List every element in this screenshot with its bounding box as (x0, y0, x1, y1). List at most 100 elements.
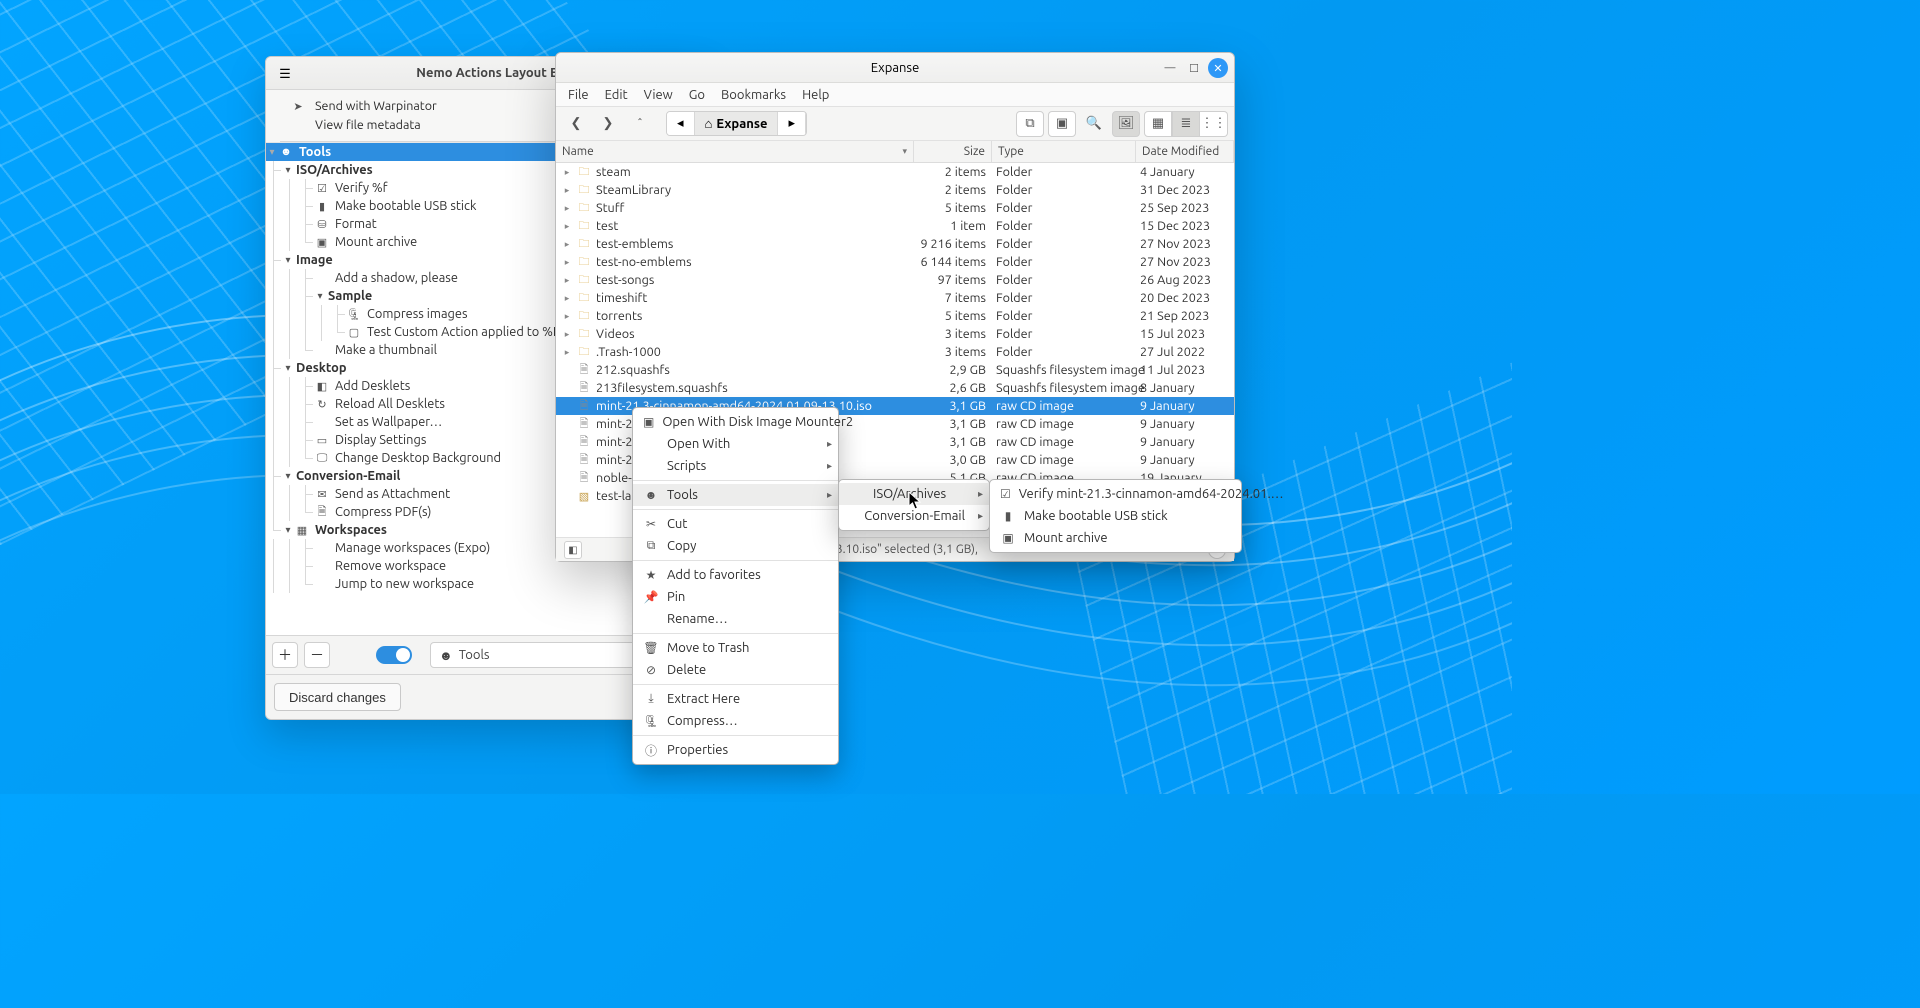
menu-item-icon: ⊘ (643, 662, 659, 678)
crumb-back-icon[interactable]: ◂ (667, 112, 695, 135)
table-row[interactable]: ▸🗀timeshift7 itemsFolder20 Dec 2023 (556, 289, 1234, 307)
table-row[interactable]: 🗎212.squashfs2,9 GBSquashfs filesystem i… (556, 361, 1234, 379)
file-size: 5 items (914, 309, 992, 323)
file-name: 213filesystem.squashfs (596, 381, 728, 395)
nemo-title: Expanse (871, 61, 920, 75)
context-menu-iso-archives[interactable]: ☑Verify mint-21.3-cinnamon-amd64-2024.01… (989, 479, 1242, 553)
file-date: 27 Jul 2022 (1136, 345, 1234, 359)
close-button[interactable]: ✕ (1208, 58, 1228, 78)
table-row[interactable]: ▸🗀.Trash-10003 itemsFolder27 Jul 2022 (556, 343, 1234, 361)
minimize-button[interactable]: — (1160, 58, 1180, 78)
menu-item[interactable]: ⤓Extract Here (633, 688, 838, 710)
crumb-fwd-icon[interactable]: ▸ (778, 112, 806, 135)
file-type: Squashfs filesystem image (992, 381, 1136, 395)
file-type: Folder (992, 255, 1136, 269)
table-row[interactable]: ▸🗀test-emblems9 216 itemsFolder27 Nov 20… (556, 235, 1234, 253)
menu-edit[interactable]: Edit (605, 88, 628, 102)
file-size: 5 items (914, 201, 992, 215)
discard-changes-button[interactable]: Discard changes (274, 683, 401, 711)
menu-item[interactable]: ☑Verify mint-21.3-cinnamon-amd64-2024.01… (990, 483, 1241, 505)
file-name: test-no-emblems (596, 255, 692, 269)
file-type: Folder (992, 309, 1136, 323)
search-button[interactable]: 🔍 (1080, 111, 1108, 137)
file-size: 2,9 GB (914, 363, 992, 377)
submenu-arrow-icon: ▸ (827, 438, 832, 450)
menu-item[interactable]: Scripts▸ (633, 455, 838, 477)
up-button[interactable]: ˆ (626, 111, 654, 137)
menu-item-label: Verify mint-21.3-cinnamon-amd64-2024.01.… (1019, 487, 1284, 501)
terminal-button[interactable]: ▣ (1048, 111, 1076, 137)
table-row[interactable]: ▸🗀torrents5 itemsFolder21 Sep 2023 (556, 307, 1234, 325)
menu-item-icon: 🗑 (643, 640, 659, 656)
menubar[interactable]: File Edit View Go Bookmarks Help (556, 83, 1234, 107)
file-type: Folder (992, 237, 1136, 251)
menu-item[interactable]: ✂Cut (633, 513, 838, 535)
menu-item[interactable]: 🗜Compress… (633, 710, 838, 732)
view-switcher[interactable]: ▦ ≣ ⋮⋮ (1144, 111, 1228, 137)
sidebar-toggle-button[interactable]: ◧ (564, 541, 582, 559)
menu-file[interactable]: File (568, 88, 589, 102)
file-type: raw CD image (992, 417, 1136, 431)
menu-bookmarks[interactable]: Bookmarks (721, 88, 786, 102)
menu-item-label: Compress… (667, 714, 738, 728)
menu-item-icon: ⓘ (643, 742, 659, 758)
menu-item[interactable]: 📌Pin (633, 586, 838, 608)
menu-help[interactable]: Help (802, 88, 829, 102)
table-row[interactable]: 🗎213filesystem.squashfs2,6 GBSquashfs fi… (556, 379, 1234, 397)
menu-item[interactable]: ⧉Copy (633, 535, 838, 557)
menu-item-label: Open With (667, 437, 730, 451)
enabled-toggle[interactable] (376, 646, 412, 664)
context-menu-main[interactable]: ▣Open With Disk Image Mounter2 Open With ▸… (632, 407, 839, 765)
table-row[interactable]: ▸🗀SteamLibrary2 itemsFolder31 Dec 2023 (556, 181, 1234, 199)
maximize-button[interactable]: ☐ (1184, 58, 1204, 78)
menu-item[interactable]: ▮Make bootable USB stick (990, 505, 1241, 527)
icon-view-button[interactable]: ▦ (1144, 111, 1172, 137)
compact-view-button[interactable]: ⋮⋮ (1200, 111, 1228, 137)
file-type: Folder (992, 183, 1136, 197)
new-tab-button[interactable]: ⧉ (1016, 111, 1044, 137)
table-row[interactable]: ▸🗀Videos3 itemsFolder15 Jul 2023 (556, 325, 1234, 343)
file-type: Folder (992, 291, 1136, 305)
file-size: 3 items (914, 345, 992, 359)
file-type: Folder (992, 327, 1136, 341)
menu-item[interactable]: ★Add to favorites (633, 564, 838, 586)
menu-view[interactable]: View (644, 88, 673, 102)
action-icon: ➤ (290, 98, 306, 114)
menu-item[interactable]: 🗑Move to Trash (633, 637, 838, 659)
file-type: Folder (992, 273, 1136, 287)
back-button[interactable]: ❮ (562, 111, 590, 137)
menu-item-icon: ▣ (1000, 530, 1016, 546)
table-row[interactable]: ▸🗀test-songs97 itemsFolder26 Aug 2023 (556, 271, 1234, 289)
menu-item[interactable]: ⓘProperties (633, 739, 838, 761)
table-row[interactable]: ▸🗀Stuff5 itemsFolder25 Sep 2023 (556, 199, 1234, 217)
menu-item-icon: ✂ (643, 516, 659, 532)
table-row[interactable]: ▸🗀steam2 itemsFolder4 January (556, 163, 1234, 181)
menu-item-icon (849, 486, 865, 502)
menu-item-label: Scripts (667, 459, 706, 473)
menu-item[interactable]: ▣Open With Disk Image Mounter2 (633, 411, 838, 433)
menu-item[interactable]: ☻Tools▸ (633, 484, 838, 506)
menu-go[interactable]: Go (689, 88, 705, 102)
forward-button[interactable]: ❯ (594, 111, 622, 137)
table-row[interactable]: ▸🗀test1 itemFolder15 Dec 2023 (556, 217, 1234, 235)
breadcrumb[interactable]: ◂ ⌂Expanse ▸ (666, 111, 807, 136)
submenu-arrow-icon: ▸ (827, 489, 832, 501)
add-button[interactable]: ＋ (272, 642, 298, 668)
file-size: 3,1 GB (914, 399, 992, 413)
file-date: 9 January (1136, 435, 1234, 449)
file-type: raw CD image (992, 399, 1136, 413)
action-label: Send with Warpinator (315, 99, 437, 113)
file-size: 97 items (914, 273, 992, 287)
menu-item[interactable]: Open With ▸ (633, 433, 838, 455)
column-headers[interactable]: Name▾ Size Type Date Modified (556, 141, 1234, 163)
menu-item[interactable]: ⊘Delete (633, 659, 838, 681)
file-type: Folder (992, 345, 1136, 359)
remove-button[interactable]: － (304, 642, 330, 668)
menu-item[interactable]: ▣Mount archive (990, 527, 1241, 549)
list-view-button[interactable]: ≣ (1172, 111, 1200, 137)
hamburger-button[interactable]: ☰ (274, 63, 296, 85)
menu-item[interactable]: Rename… (633, 608, 838, 630)
table-row[interactable]: ▸🗀test-no-emblems6 144 itemsFolder27 Nov… (556, 253, 1234, 271)
thumbnail-button[interactable]: 🖼 (1112, 111, 1140, 137)
menu-item-label: Add to favorites (667, 568, 761, 582)
